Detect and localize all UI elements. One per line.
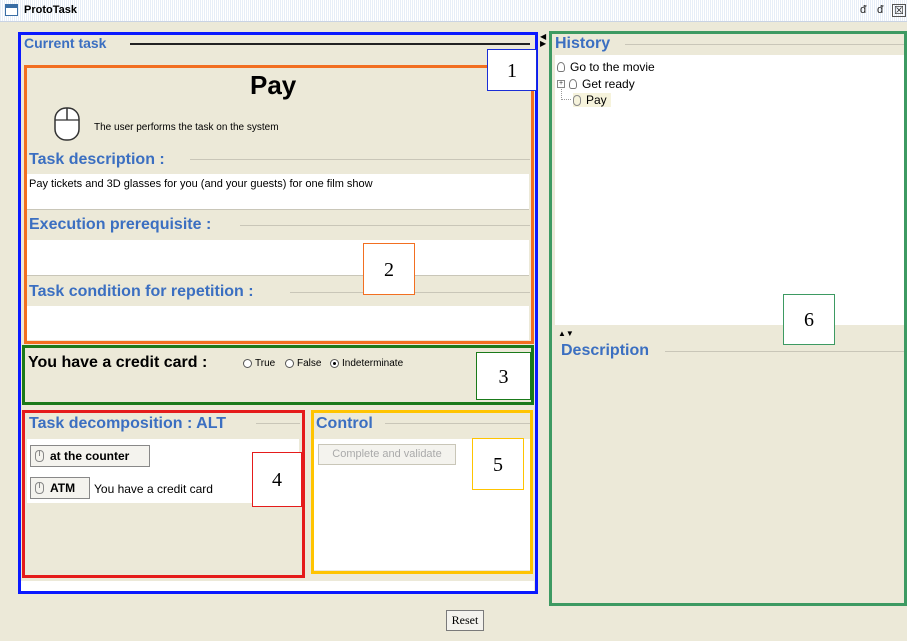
- annotation-frame-3: [22, 345, 534, 405]
- reset-button[interactable]: Reset: [446, 610, 484, 631]
- window-titlebar: ProtoTask ᵭ ᵭ ☒: [0, 0, 907, 22]
- annotation-callout-1: 1: [487, 49, 537, 91]
- annotation-callout-4: 4: [252, 452, 302, 507]
- horizontal-splitter-arrows-icon[interactable]: ◀ ▶: [540, 33, 548, 48]
- window-title: ProtoTask: [24, 4, 77, 16]
- annotation-frame-6: [549, 31, 907, 606]
- annotation-callout-3: 3: [476, 352, 531, 400]
- maximize-icon[interactable]: ᵭ: [873, 4, 887, 17]
- close-icon[interactable]: ☒: [892, 4, 906, 17]
- restore-icon[interactable]: ᵭ: [856, 4, 870, 17]
- annotation-callout-2: 2: [363, 243, 415, 295]
- annotation-frame-5: [311, 410, 533, 574]
- app-window-icon: [5, 4, 18, 16]
- annotation-frame-2: [24, 65, 534, 344]
- annotation-callout-6: 6: [783, 294, 835, 345]
- annotation-callout-5: 5: [472, 438, 524, 490]
